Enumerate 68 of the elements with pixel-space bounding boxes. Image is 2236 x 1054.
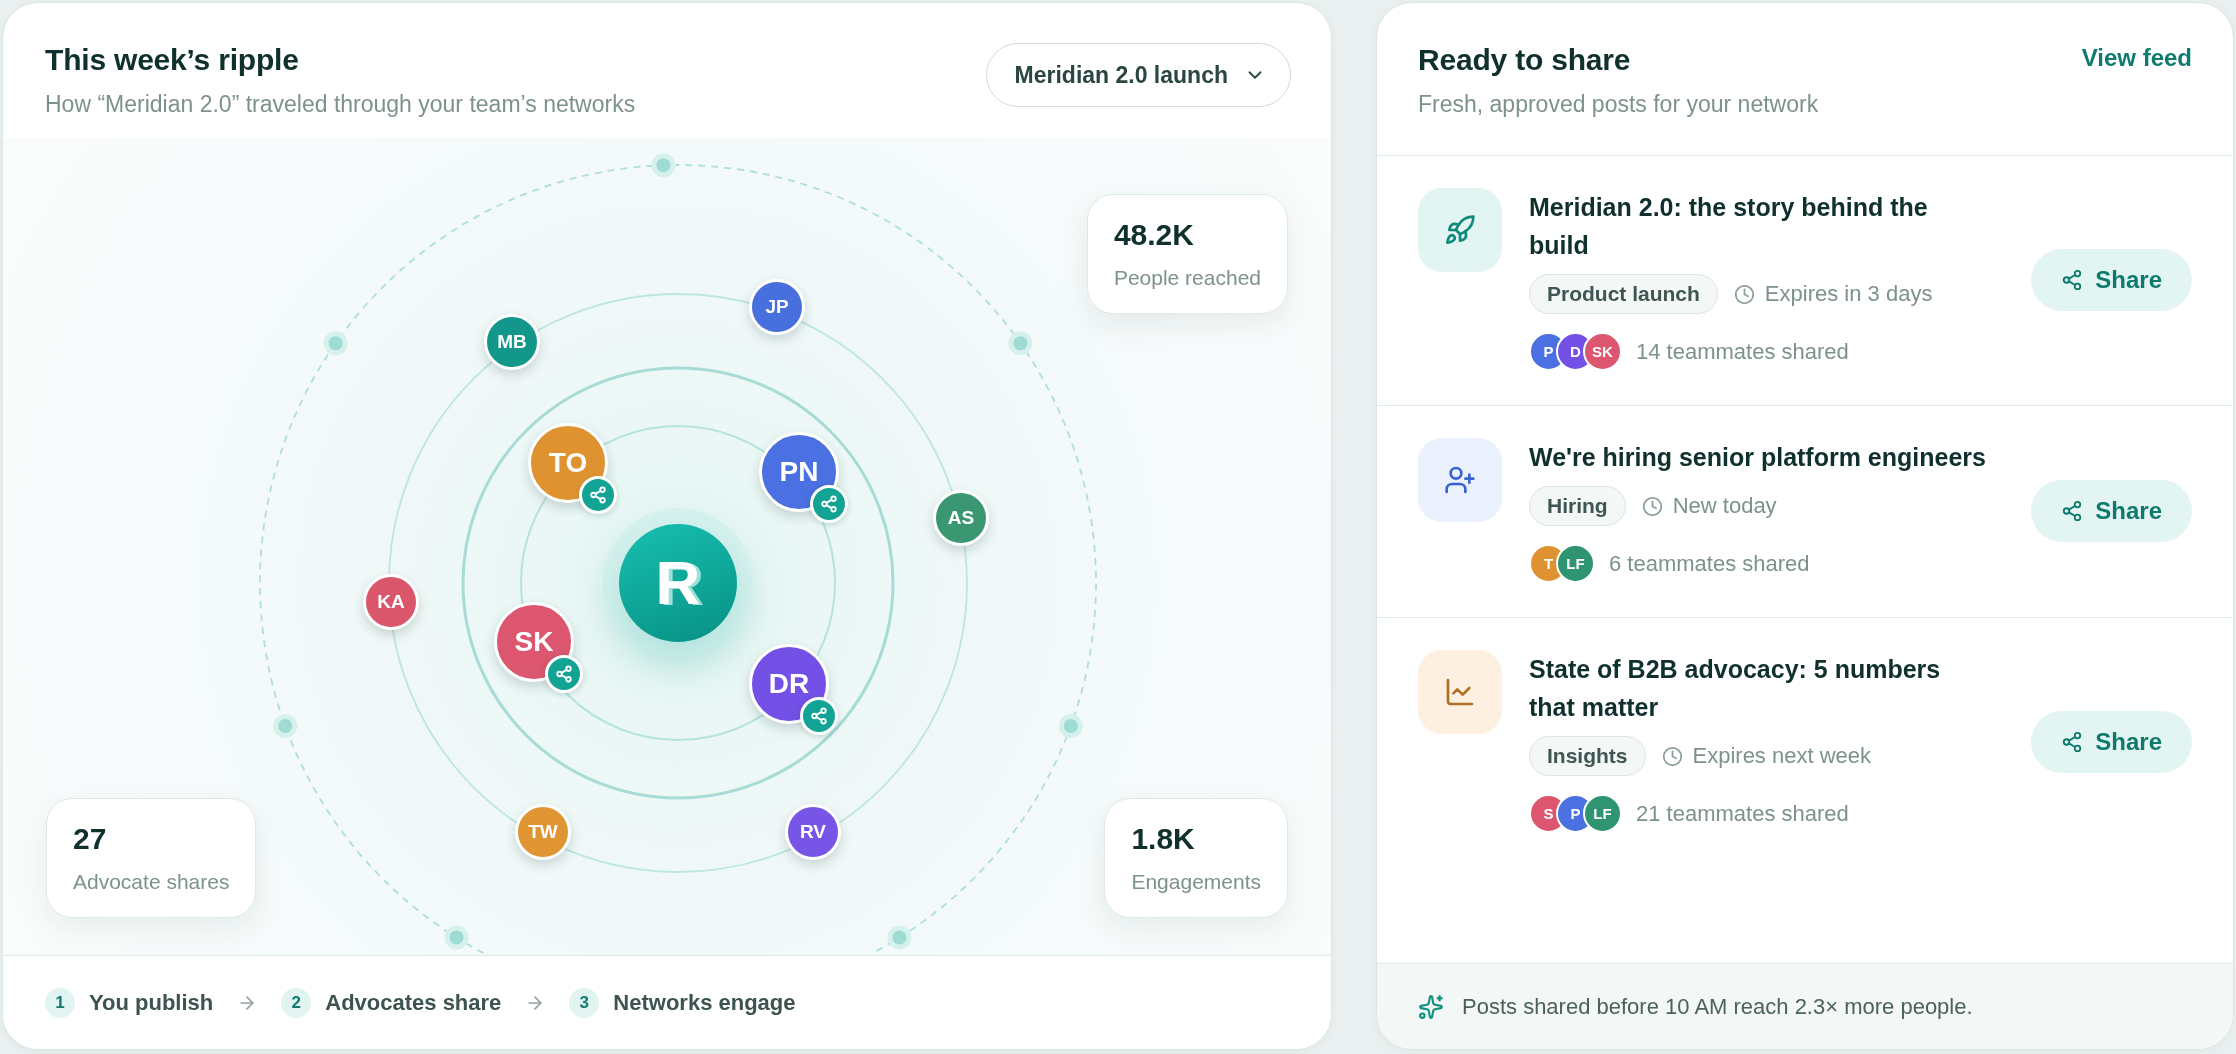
avatar: AS [933,490,989,546]
avatar: KA [363,574,419,630]
orbit-dot-icon [444,925,469,950]
post-title: Meridian 2.0: the story behind the build [1529,192,1929,261]
step-number: 1 [45,987,75,1018]
avatar: LF [1583,794,1622,833]
shared-count: 14 teammates shared [1636,338,1849,365]
step-label: You publish [89,989,214,1016]
shared-count: 21 teammates shared [1636,800,1849,827]
orbit-dot-icon [1058,713,1083,738]
avatar: SK [494,602,574,682]
post-title: We're hiring senior platform engineers [1529,442,1987,473]
step-label: Networks engage [613,989,796,1016]
step-number: 3 [569,987,600,1018]
stat-value: 27 [73,821,108,857]
share-button[interactable]: Share [2031,479,2192,542]
clock-icon [1661,745,1683,767]
share-badge-icon [800,697,838,735]
category-tag: Hiring [1529,486,1626,526]
line-chart-icon [1418,650,1502,734]
stat-label: Engagements [1131,869,1261,895]
avatar: MB [484,314,540,370]
view-feed-link[interactable]: View feed [2081,40,2192,76]
share-icon [2061,730,2084,753]
user-plus-icon [1418,438,1502,522]
card-title: Ready to share [1418,42,1632,78]
avatar: LF [1556,544,1595,583]
category-tag: Insights [1529,736,1646,776]
rocket-icon [1418,188,1502,272]
timing-text: Expires in 3 days [1764,281,1933,307]
tip-text: Posts shared before 10 AM reach 2.3× more people. [1462,993,1973,1020]
avatar: TW [515,804,571,860]
stat-value: 1.8K [1131,821,1196,857]
card-subtitle: How “Meridian 2.0” traveled through your team’s networks [45,90,636,119]
timing-text: Expires next week [1692,743,1872,769]
avatar: SK [1583,332,1622,371]
stat-value: 48.2K [1113,217,1195,253]
share-badge-icon [545,655,583,693]
shared-count: 6 teammates shared [1609,550,1810,577]
post-title: State of B2B advocacy: 5 numbers that matter [1529,654,1942,723]
share-badge-icon [810,485,848,523]
timing-text: New today [1672,493,1777,519]
orbit-dot-icon [273,713,298,738]
card-title: This week’s ripple [45,42,300,78]
sparkles-icon [1418,993,1444,1020]
orbit-dot-icon [651,153,676,178]
share-icon [2061,268,2084,291]
share-button[interactable]: Share [2031,710,2192,773]
clock-icon [1641,495,1663,517]
clock-icon [1733,283,1755,305]
avatar: RV [785,804,841,860]
stat-label: People reached [1113,265,1261,291]
share-badge-icon [579,476,617,514]
orbit-dot-icon [1008,331,1033,356]
orbit-dot-icon [887,925,912,950]
category-tag: Product launch [1529,274,1718,314]
campaign-dropdown[interactable]: Meridian 2.0 launch [985,43,1291,107]
hub-logo: R [619,524,737,642]
avatar: PN [759,432,839,512]
avatar: JP [749,279,805,335]
orbit-dot-icon [323,331,348,356]
step-number: 2 [281,987,312,1018]
share-icon [2061,499,2084,522]
stat-label: Advocate shares [73,869,230,895]
share-button[interactable]: Share [2031,248,2192,311]
card-subtitle: Fresh, approved posts for your network [1418,90,1819,119]
step-label: Advocates share [325,989,502,1016]
avatar: TO [528,423,608,503]
